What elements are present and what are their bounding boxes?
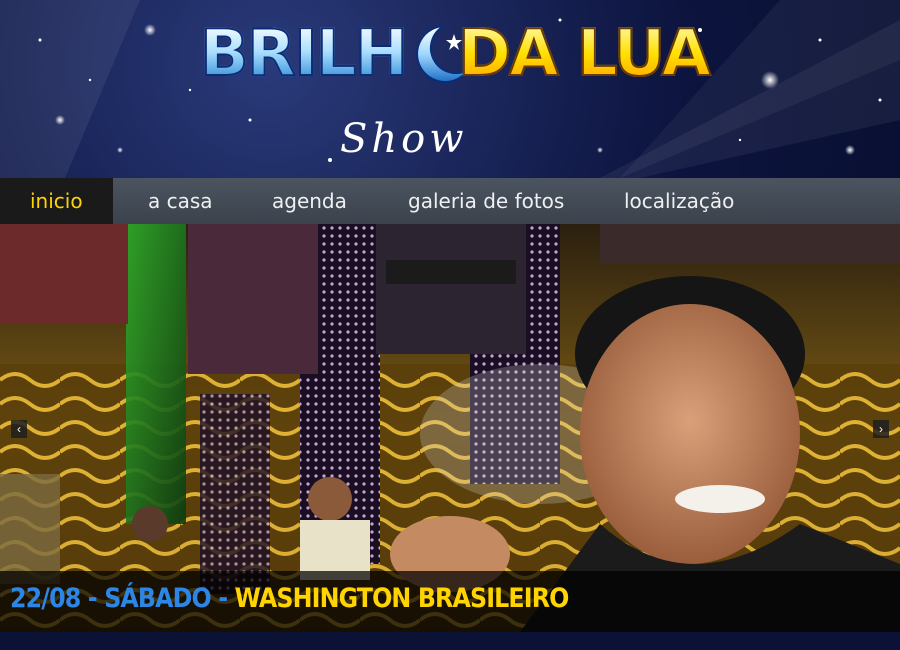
- nav-item-localizacao[interactable]: localização: [594, 178, 764, 224]
- separator: -: [80, 583, 105, 614]
- slider-prev-button[interactable]: ‹: [11, 420, 27, 438]
- site-logo[interactable]: BRILH DA LUA Show: [199, 12, 720, 172]
- logo-text-da-lua: DA LUA: [457, 17, 712, 91]
- nav-item-a-casa[interactable]: a casa: [118, 178, 243, 224]
- separator: -: [210, 583, 235, 614]
- nav-item-inicio[interactable]: inicio: [0, 178, 113, 224]
- slide-caption[interactable]: 22/08 - SÁBADO - WASHINGTON BRASILEIRO: [0, 571, 900, 632]
- nav-item-agenda[interactable]: agenda: [242, 178, 377, 224]
- slider-next-button[interactable]: ›: [873, 420, 889, 438]
- site-header: BRILH DA LUA Show: [0, 0, 900, 178]
- logo-text-brilho: BRILH: [199, 17, 409, 91]
- event-day: SÁBADO: [104, 583, 212, 614]
- main-nav: inicio a casa agenda galeria de fotos lo…: [0, 178, 900, 225]
- nav-item-galeria-de-fotos[interactable]: galeria de fotos: [378, 178, 594, 224]
- event-artist: WASHINGTON BRASILEIRO: [234, 583, 570, 614]
- event-headline: 22/08 - SÁBADO - WASHINGTON BRASILEIRO: [10, 583, 570, 614]
- page-bottom-strip: [0, 632, 900, 650]
- chevron-left-icon: ‹: [17, 422, 21, 436]
- logo-text-show: Show: [340, 116, 468, 162]
- chevron-right-icon: ›: [879, 422, 883, 436]
- hero-slider: ‹ › 22/08 - SÁBADO - WASHINGTON BRASILEI…: [0, 224, 900, 632]
- event-date: 22/08: [10, 583, 81, 614]
